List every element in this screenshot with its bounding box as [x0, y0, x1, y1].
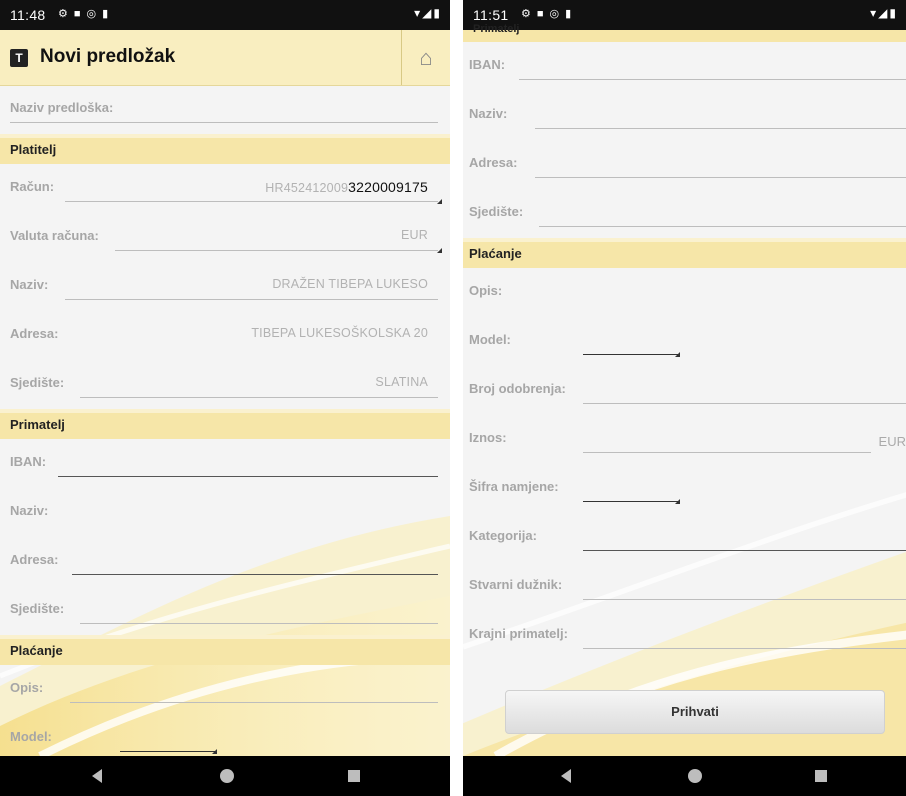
status-bar: 11:51 ⚙■◎▮ ▾◢▮ [463, 0, 906, 30]
back-icon[interactable] [92, 769, 102, 783]
payer-address-row[interactable]: Adresa: TIBEPA LUKESOŠKOLSKA 20 [0, 311, 450, 360]
amount-unit: EUR [878, 434, 906, 449]
recipient-address-input[interactable]: Adresa: [0, 537, 450, 586]
account-label: Račun: [10, 179, 55, 194]
description-label: Opis: [469, 283, 503, 298]
dropdown-arrow-icon [437, 199, 442, 204]
account-value: HR4524120093220009175 [265, 179, 428, 195]
dropdown-arrow-icon [212, 749, 217, 754]
dropdown-arrow-icon [675, 352, 680, 357]
template-name-row[interactable]: Naziv predloška: [0, 85, 450, 134]
currency-value: EUR [401, 228, 428, 242]
description-label: Opis: [10, 680, 44, 695]
payer-section-title: Platitelj [10, 142, 57, 157]
signal-battery-icons: ▾◢▮ [414, 6, 442, 20]
purpose-code-label: Šifra namjene: [469, 479, 559, 494]
signal-battery-icons: ▾◢▮ [870, 6, 898, 20]
right-screen: 11:51 ⚙■◎▮ ▾◢▮ Primatelj IBAN: Naziv: Ad… [463, 0, 906, 796]
payer-address-value: TIBEPA LUKESOŠKOLSKA 20 [251, 326, 428, 340]
home-icon[interactable]: ⌂ [401, 30, 450, 85]
page-title: Novi predložak [40, 46, 176, 67]
amount-label: Iznos: [469, 430, 507, 445]
approval-number-label: Broj odobrenja: [469, 381, 566, 396]
left-screen: 11:48 ⚙■◎▮ ▾◢▮ T Novi predložak ⌂ Naziv … [0, 0, 450, 796]
payer-section-header: Platitelj [0, 134, 450, 164]
recents-icon[interactable] [348, 770, 360, 782]
payer-seat-label: Sjedište: [10, 375, 65, 390]
payer-address-label: Adresa: [10, 326, 59, 341]
dropdown-arrow-icon [437, 248, 442, 253]
currency-dropdown[interactable]: Valuta računa: EUR [0, 213, 450, 262]
home-nav-icon[interactable] [220, 769, 234, 783]
form: Naziv predloška: Platitelj Račun: HR4524… [0, 85, 450, 756]
account-dropdown[interactable]: Račun: HR4524120093220009175 [0, 164, 450, 213]
recipient-section-header: Primatelj [0, 409, 450, 439]
currency-label: Valuta računa: [10, 228, 99, 243]
payer-name-label: Naziv: [10, 277, 49, 292]
category-label: Kategorija: [469, 528, 537, 543]
recipient-name-input[interactable]: Naziv: [463, 91, 906, 140]
notification-icons: ⚙■◎▮ [521, 8, 578, 20]
app-logo-icon: T [10, 49, 28, 67]
payer-name-value: DRAŽEN TIBEPA LUKESO [272, 277, 428, 291]
dropdown-arrow-icon [675, 499, 680, 504]
actual-debtor-input[interactable]: Stvarni dužnik: [463, 562, 906, 611]
recipient-name-input[interactable]: Naziv: [0, 488, 450, 537]
app-bar: T Novi predložak ⌂ [0, 30, 450, 86]
nav-bar [463, 756, 906, 796]
recipient-seat-input[interactable]: Sjedište: [0, 586, 450, 635]
recipient-seat-input[interactable]: Sjedište: [463, 189, 906, 238]
final-recipient-label: Krajni primatelj: [469, 626, 568, 641]
amount-input[interactable]: Iznos: EUR [463, 415, 906, 464]
back-icon[interactable] [561, 769, 571, 783]
notification-icons: ⚙■◎▮ [58, 8, 115, 20]
recipient-section-title: Primatelj [473, 23, 520, 35]
payment-section-title: Plaćanje [469, 246, 522, 261]
payer-seat-row[interactable]: Sjedište: SLATINA [0, 360, 450, 409]
status-time: 11:51 [473, 7, 509, 23]
recipient-seat-label: Sjedište: [469, 204, 524, 219]
recipient-section-header-cut: Primatelj [463, 23, 906, 42]
iban-input[interactable]: IBAN: [0, 439, 450, 488]
payer-seat-value: SLATINA [375, 375, 428, 389]
final-recipient-input[interactable]: Krajni primatelj: [463, 611, 906, 660]
recipient-address-label: Adresa: [10, 552, 59, 567]
iban-label: IBAN: [469, 57, 506, 72]
recents-icon[interactable] [815, 770, 827, 782]
purpose-code-dropdown[interactable]: Šifra namjene: [463, 464, 906, 513]
model-dropdown[interactable]: Model: [463, 317, 906, 366]
recipient-address-input[interactable]: Adresa: [463, 140, 906, 189]
iban-input[interactable]: IBAN: [463, 42, 906, 91]
description-input[interactable]: Opis: [0, 665, 450, 714]
model-label: Model: [10, 729, 52, 744]
form: Primatelj IBAN: Naziv: Adresa: Sjedište:… [463, 23, 906, 756]
payer-name-row[interactable]: Naziv: DRAŽEN TIBEPA LUKESO [0, 262, 450, 311]
category-dropdown[interactable]: Kategorija: [463, 513, 906, 562]
recipient-name-label: Naziv: [10, 503, 49, 518]
nav-bar [0, 756, 450, 796]
recipient-section-title: Primatelj [10, 417, 65, 432]
recipient-address-label: Adresa: [469, 155, 518, 170]
description-input[interactable]: Opis: [463, 268, 906, 317]
status-bar: 11:48 ⚙■◎▮ ▾◢▮ [0, 0, 450, 30]
home-nav-icon[interactable] [688, 769, 702, 783]
approval-number-input[interactable]: Broj odobrenja: [463, 366, 906, 415]
actual-debtor-label: Stvarni dužnik: [469, 577, 563, 592]
status-time: 11:48 [10, 7, 46, 23]
payment-section-header: Plaćanje [463, 238, 906, 268]
model-label: Model: [469, 332, 511, 347]
recipient-seat-label: Sjedište: [10, 601, 65, 616]
template-name-label: Naziv predloška: [10, 100, 114, 115]
recipient-name-label: Naziv: [469, 106, 508, 121]
payment-section-title: Plaćanje [10, 643, 63, 658]
iban-label: IBAN: [10, 454, 47, 469]
payment-section-header: Plaćanje [0, 635, 450, 665]
accept-button[interactable]: Prihvati [505, 690, 885, 734]
